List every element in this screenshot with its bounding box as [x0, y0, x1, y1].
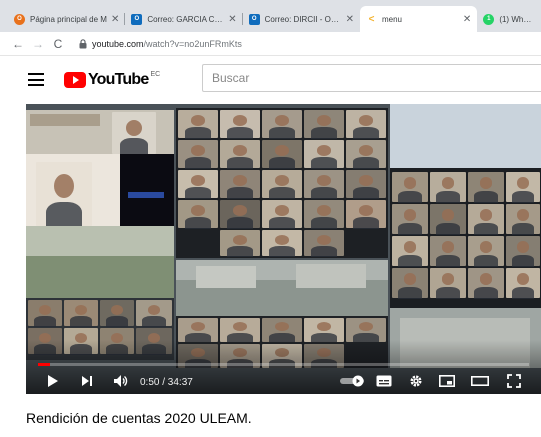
video-title: Rendición de cuentas 2020 ULEAM. [26, 410, 252, 426]
progress-fill [38, 363, 50, 366]
lock-icon[interactable] [76, 38, 90, 49]
video-panel-speaker-top [26, 110, 174, 154]
close-icon[interactable]: ✕ [228, 14, 236, 25]
forward-button[interactable]: → [28, 37, 48, 51]
menu-icon: < [368, 13, 375, 25]
autoplay-toggle[interactable] [338, 372, 368, 390]
video-panel-speaker [26, 154, 174, 226]
tab-correo-dircii[interactable]: O Correo: DIRCII - Outlo ✕ [243, 6, 360, 32]
youtube-header: YouTube EC Buscar [0, 56, 541, 104]
tab-office[interactable]: O Página principal de M ✕ [8, 6, 126, 32]
tab-title: (1) WhatsA [499, 14, 535, 24]
tab-menu[interactable]: < menu ✕ [359, 6, 478, 32]
video-panel-zoom-grid-right [390, 168, 541, 308]
play-button[interactable] [44, 372, 62, 390]
search-input[interactable]: Buscar [202, 64, 541, 92]
office-icon: O [14, 13, 25, 25]
video-panel-zoom-grid [176, 108, 388, 258]
video-panel-outdoor [26, 226, 174, 298]
tab-whatsapp[interactable]: 1 (1) WhatsA [477, 6, 541, 32]
tab-correo-garcia[interactable]: O Correo: GARCIA CHIS ✕ [125, 6, 243, 32]
player-controls: 0:50 / 34:37 [26, 368, 541, 394]
address-bar[interactable]: youtube.com/watch?v=no2unFRmKts [92, 39, 242, 49]
subtitles-icon[interactable] [374, 372, 394, 390]
outlook-icon: O [248, 13, 260, 25]
fullscreen-icon[interactable] [504, 372, 524, 390]
country-code: EC [150, 70, 161, 78]
progress-bar[interactable] [38, 363, 529, 366]
video-panel-sky [390, 104, 541, 168]
video-panel-campus [176, 260, 388, 316]
close-icon[interactable]: ✕ [346, 14, 354, 25]
whatsapp-icon: 1 [483, 13, 495, 25]
tab-title: Correo: GARCIA CHIS [147, 14, 225, 24]
url-path: /watch?v=no2unFRmKts [143, 38, 242, 49]
volume-icon[interactable] [110, 372, 132, 390]
outlook-icon: O [131, 13, 143, 25]
settings-gear-icon[interactable] [406, 372, 426, 390]
video-player[interactable]: 0:50 / 34:37 [26, 104, 541, 394]
next-button[interactable] [78, 372, 96, 390]
youtube-wordmark: YouTube [88, 71, 149, 88]
url-host: youtube.com [92, 38, 144, 49]
theater-mode-icon[interactable] [470, 372, 490, 390]
tab-title: Correo: DIRCII - Outlo [264, 14, 342, 24]
browser-tab-strip: O Página principal de M ✕ O Correo: GARC… [0, 0, 541, 32]
back-button[interactable]: ← [8, 37, 28, 51]
address-toolbar: ← → C youtube.com/watch?v=no2unFRmKts [0, 32, 541, 56]
close-icon[interactable]: ✕ [111, 14, 119, 25]
hamburger-menu-icon[interactable] [28, 73, 44, 86]
miniplayer-icon[interactable] [437, 372, 457, 390]
youtube-logo[interactable]: YouTube EC [64, 71, 160, 89]
close-icon[interactable]: ✕ [463, 14, 471, 25]
youtube-play-icon [64, 72, 86, 88]
tab-title: menu [381, 14, 402, 24]
tab-title: Página principal de M [30, 14, 107, 24]
time-display: 0:50 / 34:37 [140, 377, 193, 388]
reload-button[interactable]: C [48, 37, 68, 51]
